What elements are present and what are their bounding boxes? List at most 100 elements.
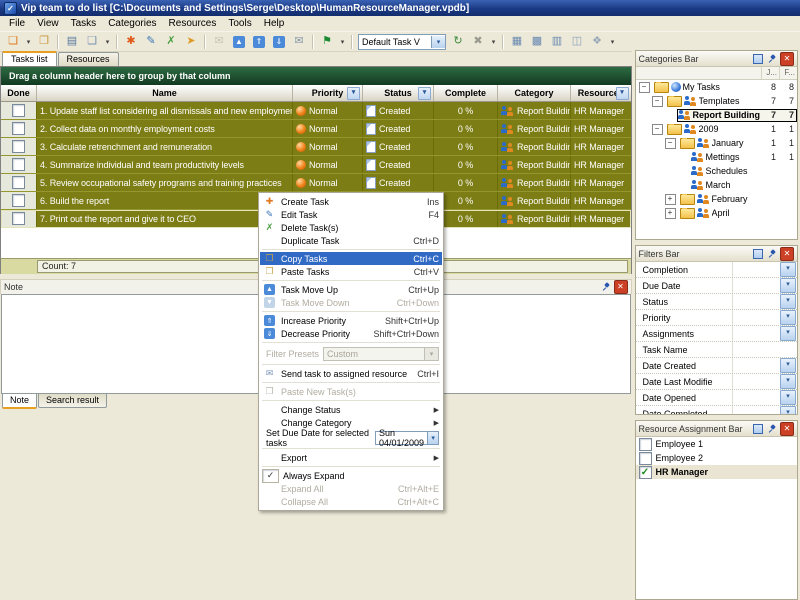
filter-row-status[interactable]: Status▾ <box>636 294 798 310</box>
tree-expander-icon[interactable]: − <box>652 96 663 107</box>
column-header-done[interactable]: Done <box>1 85 37 101</box>
menu-item-expand-all[interactable]: Expand AllCtrl+Alt+E <box>260 482 442 495</box>
filters-pin-button[interactable] <box>766 248 778 260</box>
resource-row-employee-2[interactable]: Employee 2 <box>636 451 798 465</box>
done-checkbox[interactable] <box>12 176 25 189</box>
task-row[interactable]: 1. Update staff list considering all dis… <box>1 102 631 120</box>
print-options-dropdown[interactable]: ▾ <box>102 32 113 51</box>
print-preview-button[interactable]: ❑ <box>82 32 102 51</box>
filter-row-date-created[interactable]: Date Created▾ <box>636 358 798 374</box>
menu-item-task-move-down[interactable]: ▼Task Move DownCtrl+Down <box>260 296 442 309</box>
set-due-date-combo-value[interactable]: Sun 04/01/2009▾ <box>375 431 439 445</box>
menu-item-always-expand[interactable]: ✓Always Expand <box>260 469 442 482</box>
filter-dropdown-icon[interactable]: ▾ <box>418 87 431 100</box>
category-node-april[interactable]: +April <box>636 206 798 220</box>
menu-resources[interactable]: Resources <box>163 17 223 30</box>
tree-expander-icon[interactable]: − <box>639 82 650 93</box>
filter-row-assignments[interactable]: Assignments▾ <box>636 326 798 342</box>
task-row[interactable]: 5. Review occupational safety programs a… <box>1 174 631 192</box>
bottom-tab-note[interactable]: Note <box>2 394 37 409</box>
column-header-status[interactable]: Status▾ <box>363 85 434 101</box>
toggle-categories-bar-button[interactable]: ▦ <box>507 32 527 51</box>
filters-bar-header[interactable]: Filters Bar ✕ <box>636 246 798 262</box>
filter-dropdown-icon[interactable]: ▾ <box>616 87 629 100</box>
menu-item-create-task[interactable]: ✚Create TaskIns <box>260 195 442 208</box>
resource-checkbox[interactable]: ✓ <box>639 466 652 479</box>
done-checkbox[interactable] <box>12 158 25 171</box>
menu-item-paste-tasks[interactable]: ❒Paste TasksCtrl+V <box>260 265 442 278</box>
new-list-button[interactable]: ❏ <box>3 32 23 51</box>
combo-dropdown-icon[interactable]: ▾ <box>431 36 445 48</box>
menu-item-paste-new-task-s[interactable]: ❒Paste New Task(s) <box>260 385 442 398</box>
combo-dropdown-icon[interactable]: ▾ <box>424 348 438 360</box>
tab-resources[interactable]: Resources <box>58 52 119 66</box>
categories-bar-header[interactable]: Categories Bar ✕ <box>636 51 798 67</box>
filter-dropdown-icon[interactable]: ▾ <box>780 294 796 309</box>
edit-task-button[interactable]: ✎ <box>141 32 161 51</box>
categories-dock-button[interactable] <box>752 53 764 65</box>
filters-close-button[interactable]: ✕ <box>780 247 794 261</box>
column-header-priority[interactable]: Priority▾ <box>293 85 363 101</box>
task-row[interactable]: 3. Calculate retrenchment and remunerati… <box>1 138 631 156</box>
print-report-button[interactable]: ◫ <box>567 32 587 51</box>
menu-item-export[interactable]: Export▶ <box>260 451 442 464</box>
delete-task-button[interactable]: ✗ <box>161 32 181 51</box>
task-row[interactable]: 4. Summarize individual and team product… <box>1 156 631 174</box>
filter-dropdown-icon[interactable]: ▾ <box>780 358 796 373</box>
category-node-2009[interactable]: −200911 <box>636 122 798 136</box>
category-node-report-building[interactable]: Report Building77 <box>636 108 798 122</box>
menu-item-collapse-all[interactable]: Collapse AllCtrl+Alt+C <box>260 495 442 508</box>
filter-flag-button[interactable]: ⚑ <box>317 32 337 51</box>
resource-pin-button[interactable] <box>766 423 778 435</box>
clear-filter-button[interactable]: ✖ <box>468 32 488 51</box>
filter-dropdown-icon[interactable]: ▾ <box>780 406 796 414</box>
bottom-tab-search-result[interactable]: Search result <box>38 394 107 408</box>
filter-row-task-name[interactable]: Task Name <box>636 342 798 358</box>
tree-expander-icon[interactable]: + <box>665 194 676 205</box>
task-move-up-button[interactable]: ▲ <box>229 32 249 51</box>
combo-dropdown-icon[interactable]: ▾ <box>427 432 438 444</box>
filter-row-date-completed[interactable]: Date Completed▾ <box>636 406 798 414</box>
resource-checkbox[interactable] <box>639 452 652 465</box>
filter-row-completion[interactable]: Completion▾ <box>636 262 798 278</box>
filter-dropdown-icon[interactable]: ▾ <box>347 87 360 100</box>
menu-item-task-move-up[interactable]: ▲Task Move UpCtrl+Up <box>260 283 442 296</box>
menu-item-duplicate-task[interactable]: Duplicate TaskCtrl+D <box>260 234 442 247</box>
menu-categories[interactable]: Categories <box>102 17 162 30</box>
categories-close-button[interactable]: ✕ <box>780 52 794 66</box>
categories-pin-button[interactable] <box>766 53 778 65</box>
send-to-resource-button[interactable]: ✉ <box>289 32 309 51</box>
filter-row-due-date[interactable]: Due Date▾ <box>636 278 798 294</box>
filter-dropdown-icon[interactable]: ▾ <box>780 326 796 341</box>
menu-item-edit-task[interactable]: ✎Edit TaskF4 <box>260 208 442 221</box>
open-list-button[interactable]: ❐ <box>34 32 54 51</box>
note-close-button[interactable]: ✕ <box>614 280 628 294</box>
export-button[interactable]: ❖ <box>587 32 607 51</box>
tab-tasks-list[interactable]: Tasks list <box>2 51 57 66</box>
export-dropdown[interactable]: ▾ <box>607 32 618 51</box>
filter-dropdown-icon[interactable]: ▾ <box>780 310 796 325</box>
resource-row-hr-manager[interactable]: ✓HR Manager <box>636 465 798 479</box>
done-checkbox[interactable] <box>12 122 25 135</box>
resource-row-employee-1[interactable]: Employee 1 <box>636 437 798 451</box>
filter-row-date-opened[interactable]: Date Opened▾ <box>636 390 798 406</box>
tree-expander-icon[interactable]: − <box>665 138 676 149</box>
column-header-name[interactable]: Name <box>37 85 293 101</box>
decrease-priority-button[interactable]: ⇓ <box>269 32 289 51</box>
category-node-schedules[interactable]: Schedules <box>636 164 798 178</box>
resource-dock-button[interactable] <box>752 423 764 435</box>
filter-dropdown-icon[interactable]: ▾ <box>780 278 796 293</box>
menu-item-send-task-to-assigned-resource[interactable]: ✉Send task to assigned resourceCtrl+I <box>260 367 442 380</box>
category-node-february[interactable]: +February <box>636 192 798 206</box>
menu-tools[interactable]: Tools <box>222 17 257 30</box>
resource-close-button[interactable]: ✕ <box>780 422 794 436</box>
toggle-resource-bar-button[interactable]: ▥ <box>547 32 567 51</box>
column-header-complete[interactable]: Complete <box>434 85 498 101</box>
filter-flag-dropdown[interactable]: ▾ <box>337 32 348 51</box>
category-node-my-tasks[interactable]: −My Tasks88 <box>636 80 798 94</box>
menu-help[interactable]: Help <box>258 17 291 30</box>
tree-expander-icon[interactable]: − <box>652 124 663 135</box>
menu-item-decrease-priority[interactable]: ⇓Decrease PriorityShift+Ctrl+Down <box>260 327 442 340</box>
done-checkbox[interactable] <box>12 194 25 207</box>
print-button[interactable]: ▤ <box>62 32 82 51</box>
